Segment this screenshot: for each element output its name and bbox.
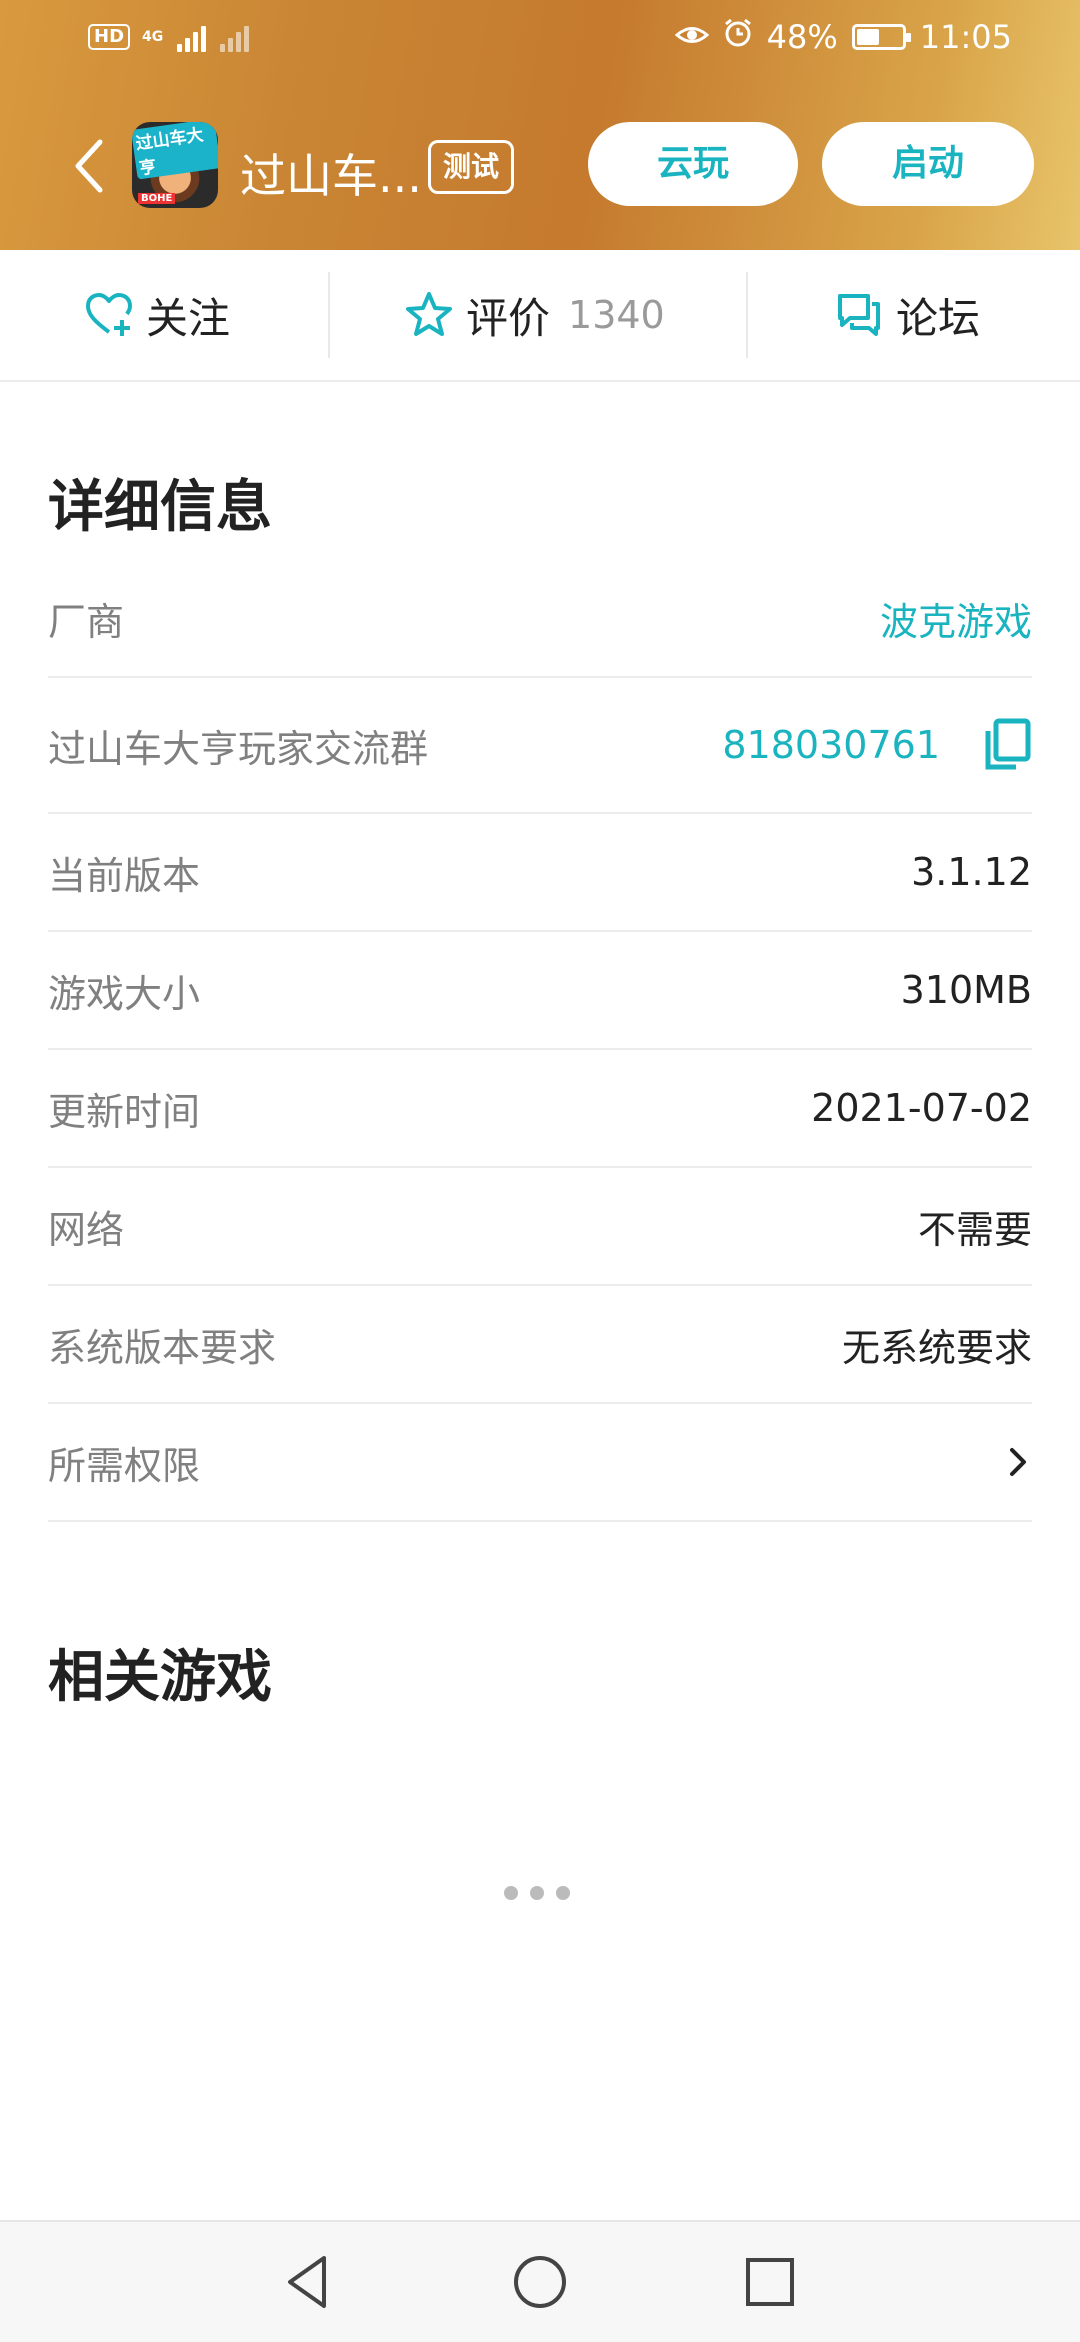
loading-dot (530, 1886, 544, 1900)
app-header: HD 4G 48% 11:05 过山车大亨 BOHE 过山车... 测试 云玩 … (0, 0, 1080, 250)
rate-count: 1340 (568, 293, 665, 337)
test-badge: 测试 (428, 140, 515, 194)
loading-indicator (504, 1886, 570, 1900)
detail-row-version: 当前版本 3.1.12 (48, 814, 1032, 932)
clock: 11:05 (919, 18, 1012, 56)
divider (746, 272, 748, 358)
detail-value: 无系统要求 (841, 1325, 1032, 1370)
alarm-icon (723, 18, 753, 56)
group-number[interactable]: 818030761 (722, 678, 1032, 812)
rate-button[interactable]: 评价 1340 (404, 250, 665, 380)
follow-button[interactable]: 关注 (84, 250, 230, 380)
detail-key: 网络 (48, 1207, 125, 1252)
heart-plus-icon (86, 293, 132, 336)
back-arrow-icon (75, 139, 103, 193)
detail-row-vendor[interactable]: 厂商 波克游戏 (48, 560, 1032, 678)
detail-row-updated: 更新时间 2021-07-02 (48, 1050, 1032, 1168)
status-bar: HD 4G 48% 11:05 (0, 0, 1080, 80)
back-button[interactable] (64, 134, 120, 198)
status-right: 48% 11:05 (674, 18, 1012, 56)
battery-percent: 48% (766, 18, 838, 56)
vendor-link[interactable]: 波克游戏 (880, 560, 1032, 676)
nav-home-icon[interactable] (508, 2250, 572, 2314)
nav-back-icon[interactable] (278, 2250, 342, 2314)
launch-button[interactable]: 启动 (822, 122, 1034, 206)
app-title: 过山车... (240, 149, 422, 203)
detail-key: 系统版本要求 (48, 1325, 277, 1370)
copy-icon[interactable] (982, 717, 1032, 773)
detail-value: 310MB (900, 968, 1032, 1012)
detail-value: 3.1.12 (911, 850, 1032, 894)
app-icon-brand: BOHE (138, 193, 176, 204)
detail-row-group: 过山车大亨玩家交流群 818030761 (48, 678, 1032, 814)
loading-dot (556, 1886, 570, 1900)
system-nav-bar (0, 2220, 1080, 2342)
battery-icon (851, 24, 911, 50)
chat-bubbles-icon (838, 294, 880, 336)
detail-key: 过山车大亨玩家交流群 (48, 726, 429, 771)
signal-icon (177, 22, 207, 52)
star-icon (406, 292, 452, 336)
cloud-play-button[interactable]: 云玩 (588, 122, 798, 206)
related-title: 相关游戏 (48, 1645, 272, 1710)
forum-button[interactable]: 论坛 (834, 250, 980, 380)
detail-key: 所需权限 (48, 1443, 201, 1488)
detail-row-network: 网络 不需要 (48, 1168, 1032, 1286)
follow-label: 关注 (146, 293, 231, 343)
network-type: 4G (142, 29, 164, 45)
detail-key: 游戏大小 (48, 971, 201, 1016)
detail-row-os: 系统版本要求 无系统要求 (48, 1286, 1032, 1404)
divider (328, 272, 330, 358)
detail-row-permissions[interactable]: 所需权限 (48, 1404, 1032, 1522)
forum-label: 论坛 (896, 293, 981, 343)
loading-dot (504, 1886, 518, 1900)
detail-value: 2021-07-02 (811, 1086, 1032, 1130)
details-list: 厂商 波克游戏 过山车大亨玩家交流群 818030761 当前版本 3.1.12… (48, 560, 1032, 1522)
status-left: HD 4G (88, 22, 250, 52)
app-icon-text: 过山车大亨 (132, 122, 218, 180)
nav-recents-icon[interactable] (738, 2250, 802, 2314)
eye-icon (674, 18, 709, 56)
action-bar: 关注 评价 1340 论坛 (0, 250, 1080, 382)
rate-label: 评价 (466, 293, 551, 343)
detail-row-size: 游戏大小 310MB (48, 932, 1032, 1050)
detail-key: 更新时间 (48, 1089, 201, 1134)
group-number-text: 818030761 (722, 723, 940, 767)
detail-key: 当前版本 (48, 853, 201, 898)
hd-badge: HD (88, 24, 131, 50)
chevron-right-icon (1004, 1404, 1032, 1520)
app-toolbar: 过山车大亨 BOHE 过山车... 测试 云玩 启动 (0, 118, 1080, 218)
details-title: 详细信息 (48, 475, 272, 540)
signal-2-icon (220, 22, 250, 52)
detail-key: 厂商 (48, 599, 125, 644)
app-icon: 过山车大亨 BOHE (132, 122, 218, 208)
detail-value: 不需要 (917, 1207, 1032, 1252)
